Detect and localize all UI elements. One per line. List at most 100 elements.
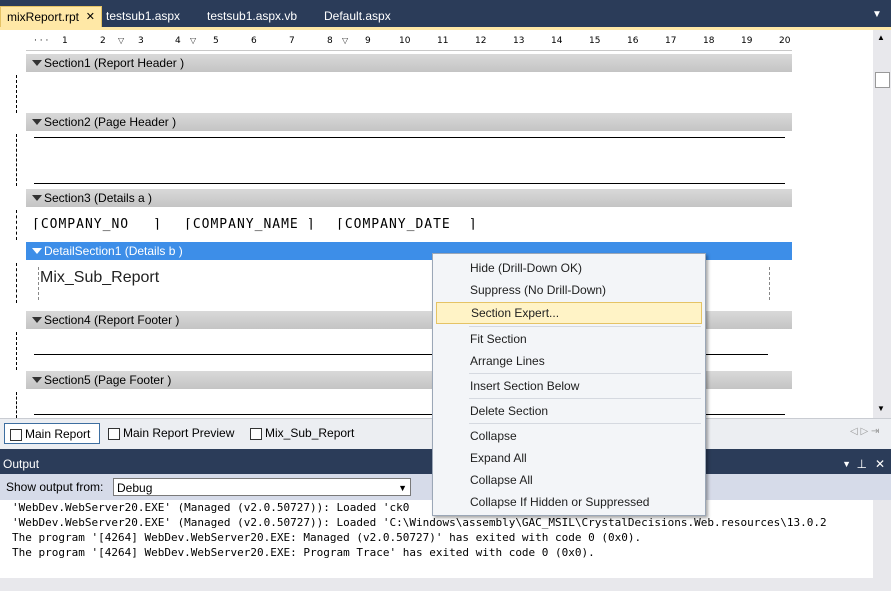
tab-mixreport[interactable]: mixReport.rpt ✕ (0, 6, 102, 28)
menu-item-label: Collapse All (470, 473, 533, 487)
ruler-tick-label: 11 (437, 36, 449, 46)
menu-item-expand-all[interactable]: Expand All (436, 447, 702, 469)
field-label: COMPANY_NO (40, 217, 130, 232)
field-label: COMPANY_DATE (344, 217, 451, 232)
report-icon (10, 429, 22, 441)
tab-main-report-preview[interactable]: Main Report Preview (103, 423, 243, 444)
guide-marker-icon[interactable]: ▽ (190, 36, 196, 45)
field-company-no[interactable]: ⌈COMPANY_NO ⌉ (32, 217, 162, 232)
guide-marker-icon[interactable]: ▽ (342, 36, 348, 45)
section-context-menu: Hide (Drill-Down OK) Suppress (No Drill-… (432, 253, 706, 516)
section-label: Section4 (Report Footer ) (44, 313, 180, 327)
ruler-tick-label: 10 (399, 36, 411, 46)
output-horizontal-scrollbar[interactable] (0, 578, 873, 591)
menu-item-label: Hide (Drill-Down OK) (470, 261, 583, 275)
section-band-page-header[interactable]: Section2 (Page Header ) (26, 113, 792, 131)
tab-testsub1-vb[interactable]: testsub1.aspx.vb (201, 6, 316, 28)
tab-default-aspx[interactable]: Default.aspx (318, 6, 408, 28)
menu-item-label: Arrange Lines (470, 354, 545, 368)
output-vertical-scrollbar[interactable] (873, 500, 891, 591)
tab-dropdown-icon[interactable]: ▼ (872, 9, 882, 20)
menu-separator (469, 398, 701, 399)
section-band-details-a[interactable]: Section3 (Details a ) (26, 189, 792, 207)
menu-separator (469, 326, 701, 327)
tab-main-report[interactable]: Main Report (4, 423, 100, 444)
scroll-down-icon[interactable]: ▼ (877, 404, 885, 413)
menu-item-suppress[interactable]: Suppress (No Drill-Down) (436, 279, 702, 301)
menu-item-label: Section Expert... (471, 306, 560, 320)
section-label: DetailSection1 (Details b ) (44, 244, 183, 258)
close-tab-icon[interactable]: ✕ (86, 7, 95, 27)
field-bracket: ⌉ (153, 217, 162, 232)
ruler-tick-label: 5 (213, 36, 219, 46)
ruler-tick-label: 14 (551, 36, 563, 46)
ruler-tick-label: 8 (327, 36, 333, 46)
vertical-ruler (6, 75, 17, 113)
menu-item-hide[interactable]: Hide (Drill-Down OK) (436, 257, 702, 279)
menu-item-label: Expand All (470, 451, 527, 465)
menu-item-fit-section[interactable]: Fit Section (436, 328, 702, 350)
ruler-tick-label: 7 (289, 36, 295, 46)
output-title: Output (3, 457, 40, 471)
ruler-tick-label: 4 (175, 36, 181, 46)
field-label: COMPANY_NAME (192, 217, 299, 232)
section-label: Section5 (Page Footer ) (44, 373, 172, 387)
menu-item-label: Insert Section Below (470, 379, 580, 393)
menu-item-collapse-all[interactable]: Collapse All (436, 469, 702, 491)
vertical-ruler (6, 332, 17, 370)
ruler-tick-label: 15 (589, 36, 601, 46)
menu-item-section-expert[interactable]: Section Expert... (436, 302, 702, 324)
ruler-tick-label: 6 (251, 36, 257, 46)
menu-item-arrange-lines[interactable]: Arrange Lines (436, 350, 702, 372)
menu-item-collapse[interactable]: Collapse (436, 425, 702, 447)
vertical-ruler (6, 210, 17, 240)
tab-label: Mix_Sub_Report (265, 426, 355, 440)
tab-mix-sub-report[interactable]: Mix_Sub_Report (245, 423, 361, 444)
menu-item-insert-section-below[interactable]: Insert Section Below (436, 375, 702, 397)
vertical-ruler (6, 392, 17, 418)
field-bracket: ⌈ (336, 217, 345, 232)
tab-prev-icon[interactable]: ◁ ▷ ⇥ (850, 426, 879, 437)
scroll-up-icon[interactable]: ▲ (877, 33, 885, 42)
close-panel-icon[interactable]: ✕ (875, 455, 885, 473)
field-bracket: ⌈ (184, 217, 193, 232)
output-source-select[interactable]: Debug ▼ (113, 478, 411, 496)
line-object[interactable] (34, 183, 785, 184)
menu-item-label: Collapse If Hidden or Suppressed (470, 495, 650, 509)
field-company-name[interactable]: ⌈COMPANY_NAME ⌉ (184, 217, 316, 232)
ruler-tick-label: 12 (475, 36, 487, 46)
field-bracket: ⌉ (306, 217, 316, 232)
report-vertical-scrollbar[interactable]: ▲ ▼ (873, 30, 891, 418)
line-object[interactable] (34, 137, 785, 138)
ruler-tick-label: 18 (703, 36, 715, 46)
report-icon (250, 428, 262, 440)
tab-label: Main Report Preview (123, 426, 235, 440)
preview-icon (108, 428, 120, 440)
ruler-tick-label: 3 (138, 36, 144, 46)
scroll-thumb[interactable] (875, 72, 890, 88)
vertical-ruler (6, 134, 17, 186)
menu-separator (469, 373, 701, 374)
menu-item-label: Delete Section (470, 404, 549, 418)
ruler-tick-label: 1 (62, 36, 68, 46)
menu-item-collapse-if-hidden[interactable]: Collapse If Hidden or Suppressed (436, 491, 702, 513)
ruler-tick-label: 20 (779, 36, 791, 46)
menu-item-delete-section[interactable]: Delete Section (436, 400, 702, 422)
tab-testsub1-aspx[interactable]: testsub1.aspx (100, 6, 200, 28)
tab-label: Main Report (25, 427, 91, 441)
menu-item-label: Fit Section (470, 332, 527, 346)
guide-marker-icon[interactable]: ▽ (118, 36, 124, 45)
ruler-tick-label: 19 (741, 36, 753, 46)
section-band-report-header[interactable]: Section1 (Report Header ) (26, 54, 792, 72)
tab-label: testsub1.aspx.vb (207, 9, 298, 23)
ruler-tick-label: 13 (513, 36, 525, 46)
pin-icon[interactable]: ⊥ (857, 455, 867, 473)
panel-menu-icon[interactable]: ▼ (842, 455, 851, 473)
output-line: 'WebDev.WebServer20.EXE' (Managed (v2.0.… (12, 516, 827, 529)
horizontal-ruler: · · · 1 2 3 4 5 6 7 8 9 10 11 12 13 14 1… (26, 34, 792, 51)
output-line: The program '[4264] WebDev.WebServer20.E… (12, 531, 642, 544)
vertical-ruler (6, 263, 17, 303)
field-company-date[interactable]: ⌈COMPANY_DATE ⌉ (336, 217, 478, 232)
field-bracket: ⌈ (32, 217, 41, 232)
menu-item-label: Collapse (470, 429, 517, 443)
